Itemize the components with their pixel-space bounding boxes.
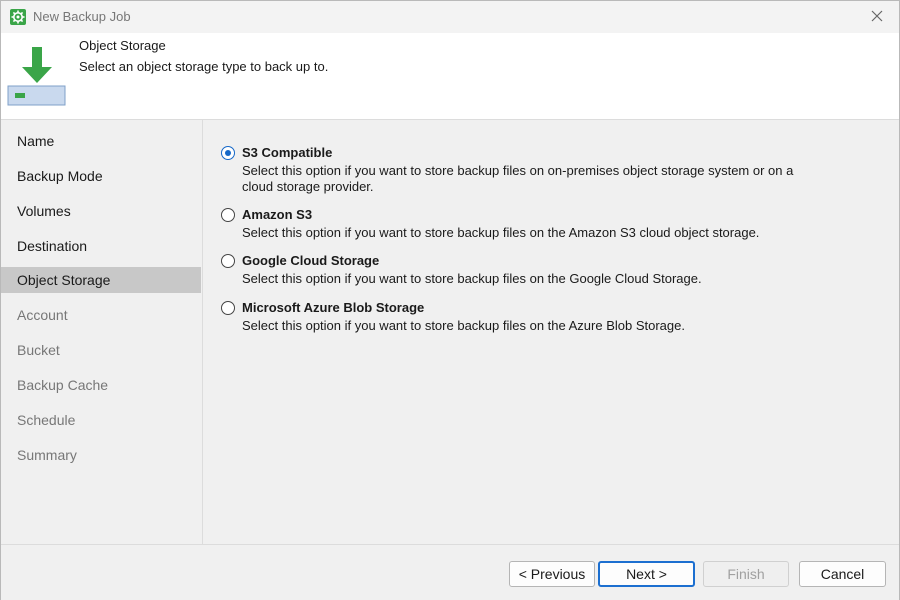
close-button[interactable] <box>855 1 899 33</box>
sidebar-item-backup-mode[interactable]: Backup Mode <box>1 163 201 189</box>
s3-compatible-label[interactable]: S3 Compatible <box>242 145 332 160</box>
wizard-steps-sidebar: Name Backup Mode Volumes Destination Obj… <box>1 120 203 544</box>
step-header: Object Storage Select an object storage … <box>1 33 899 120</box>
previous-button[interactable]: < Previous <box>509 561 595 587</box>
sidebar-item-destination[interactable]: Destination <box>1 233 201 259</box>
sidebar-item-volumes[interactable]: Volumes <box>1 198 201 224</box>
page-subtitle: Select an object storage type to back up… <box>79 59 329 74</box>
s3-compatible-radio[interactable] <box>221 146 235 160</box>
next-button[interactable]: Next > <box>598 561 695 587</box>
gear-icon <box>10 9 26 25</box>
sidebar-item-object-storage[interactable]: Object Storage <box>1 267 201 293</box>
amazon-s3-radio[interactable] <box>221 208 235 222</box>
google-cloud-storage-radio[interactable] <box>221 254 235 268</box>
wizard-footer: < Previous Next > Finish Cancel <box>1 544 899 600</box>
object-storage-options: S3 Compatible Select this option if you … <box>203 120 899 544</box>
azure-blob-storage-description: Select this option if you want to store … <box>242 318 685 333</box>
sidebar-item-summary: Summary <box>17 447 77 463</box>
sidebar-item-schedule: Schedule <box>17 412 76 428</box>
title-bar: New Backup Job <box>1 1 899 33</box>
finish-button: Finish <box>703 561 789 587</box>
page-title: Object Storage <box>79 38 166 53</box>
window-title: New Backup Job <box>33 9 131 24</box>
download-arrow-storage-icon <box>7 45 67 107</box>
sidebar-item-backup-cache: Backup Cache <box>17 377 109 393</box>
azure-blob-storage-label[interactable]: Microsoft Azure Blob Storage <box>242 300 424 315</box>
azure-blob-storage-radio[interactable] <box>221 301 235 315</box>
google-cloud-storage-description: Select this option if you want to store … <box>242 271 702 286</box>
close-icon <box>871 10 883 25</box>
google-cloud-storage-label[interactable]: Google Cloud Storage <box>242 253 379 268</box>
sidebar-item-bucket: Bucket <box>17 342 60 358</box>
amazon-s3-label[interactable]: Amazon S3 <box>242 207 312 222</box>
wizard-window: New Backup Job Object Storage Select an … <box>0 0 900 600</box>
amazon-s3-description: Select this option if you want to store … <box>242 225 760 240</box>
cancel-button[interactable]: Cancel <box>799 561 886 587</box>
s3-compatible-description: Select this option if you want to store … <box>242 163 794 194</box>
sidebar-item-name[interactable]: Name <box>1 128 201 154</box>
sidebar-item-account: Account <box>17 307 68 323</box>
